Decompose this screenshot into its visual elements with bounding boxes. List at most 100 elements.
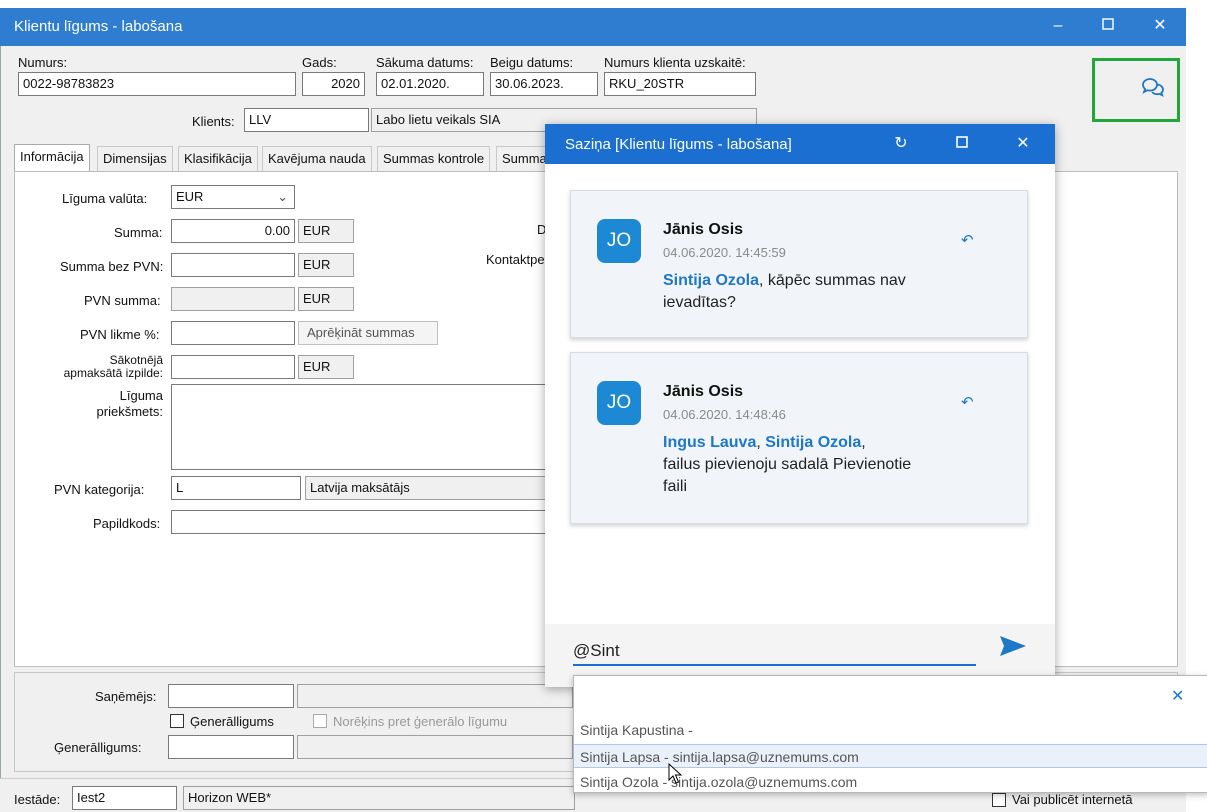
- send-icon[interactable]: [998, 634, 1028, 661]
- valuta-label: Līguma valūta:: [62, 191, 148, 206]
- gads-field[interactable]: 2020: [302, 72, 365, 96]
- chat-message: JO Jānis Osis 04.06.2020. 14:45:59 ↶ Sin…: [570, 190, 1028, 338]
- sakotneja-field[interactable]: [171, 355, 295, 379]
- mention[interactable]: Sintija Ozola: [663, 272, 759, 289]
- numurs-label: Numurs:: [18, 55, 68, 70]
- close-icon[interactable]: ✕: [1012, 133, 1034, 155]
- message-text-part: ,: [756, 434, 766, 451]
- reply-icon[interactable]: ↶: [961, 393, 974, 411]
- publicet-checkbox[interactable]: [992, 793, 1006, 807]
- maximize-icon[interactable]: [951, 133, 973, 155]
- sakotneja-currency: EUR: [298, 355, 354, 379]
- window-titlebar: Klientu līgums - labošana – ✕: [0, 8, 1186, 46]
- message-text-part: ievadītas?: [663, 294, 736, 311]
- window-title: Klientu līgums - labošana: [14, 18, 183, 35]
- beigu-datums-field[interactable]: 30.06.2023.: [490, 72, 598, 96]
- chat-icon[interactable]: [1141, 77, 1165, 100]
- generalligums-check-label: Ģenerālligums: [190, 714, 274, 729]
- minimize-icon[interactable]: –: [1046, 14, 1070, 38]
- summa-field[interactable]: 0.00: [171, 219, 295, 243]
- chevron-down-icon: ⌄: [277, 189, 288, 204]
- papildkods-field[interactable]: [171, 510, 547, 534]
- valuta-value: EUR: [176, 189, 204, 204]
- iestade-label: Iestāde:: [14, 792, 61, 807]
- message-text-part: failus pievienoju sadalā Pievienotie: [663, 456, 912, 473]
- summa-label: Summa:: [114, 225, 163, 240]
- chat-title: Saziņa [Klientu līgums - labošana]: [565, 136, 792, 153]
- kontaktpersona-label: Kontaktpe: [486, 252, 545, 267]
- tab-klasifikacija[interactable]: Klasifikācija: [178, 146, 258, 172]
- publicet-label: Vai publicēt internetā: [1012, 792, 1133, 807]
- chat-titlebar: Saziņa [Klientu līgums - labošana] ↻ ✕: [545, 124, 1055, 164]
- message-text-part: , kāpēc summas nav: [759, 272, 906, 289]
- maximize-icon[interactable]: [1096, 14, 1120, 38]
- tab-summas-kontrole[interactable]: Summas kontrole: [377, 146, 491, 172]
- papildkods-label: Papildkods:: [93, 516, 161, 531]
- message-text: Sintija Ozola, kāpēc summas nav ievadītas…: [663, 270, 963, 314]
- generalligums-checkbox[interactable]: [170, 714, 184, 728]
- pvn-kategorija-name: Latvija maksātājs: [305, 476, 547, 500]
- beigu-datums-label: Beigu datums:: [490, 55, 574, 70]
- sanemejs-label: Saņēmējs:: [95, 689, 157, 704]
- suggestion-item[interactable]: Sintija Kapustina -: [574, 718, 1207, 742]
- sakuma-datums-label: Sākuma datums:: [376, 55, 474, 70]
- avatar: JO: [597, 381, 641, 425]
- noreikins-label: Norēķins pret ģenerālo līgumu: [333, 714, 508, 729]
- aprekinat-summas-button[interactable]: Aprēķināt summas: [298, 321, 438, 345]
- sanemejs-field[interactable]: [168, 684, 294, 708]
- bez-pvn-currency: EUR: [298, 253, 354, 277]
- close-icon[interactable]: ✕: [1148, 14, 1172, 38]
- klients-code-field[interactable]: LLV: [244, 108, 369, 132]
- generalligums-label: Ģenerālligums:: [54, 740, 142, 755]
- chat-messages: JO Jānis Osis 04.06.2020. 14:45:59 ↶ Sin…: [545, 164, 1055, 624]
- message-time: 04.06.2020. 14:48:46: [663, 407, 786, 422]
- generalligums-name: [297, 735, 573, 759]
- uzskaite-label: Numurs klienta uzskaitē:: [604, 55, 746, 70]
- valuta-select[interactable]: EUR ⌄: [171, 185, 295, 209]
- highlight-box: [1092, 58, 1180, 122]
- generalligums-field[interactable]: [168, 735, 294, 759]
- iestade-name: Horizon WEB*: [183, 786, 575, 810]
- tab-dimensijas[interactable]: Dimensijas: [97, 146, 173, 172]
- message-text: Ingus Lauva, Sintija Ozola, failus pievie…: [663, 432, 963, 498]
- refresh-icon[interactable]: ↻: [890, 133, 912, 155]
- pvn-likme-field[interactable]: [171, 321, 295, 345]
- chat-input[interactable]: @Sint: [573, 638, 976, 666]
- gads-label: Gads:: [302, 55, 337, 70]
- bez-pvn-label: Summa bez PVN:: [60, 259, 164, 274]
- bez-pvn-field[interactable]: [171, 253, 295, 277]
- chat-message: JO Jānis Osis 04.06.2020. 14:48:46 ↶ Ing…: [570, 352, 1028, 524]
- message-author: Jānis Osis: [663, 221, 744, 238]
- message-text-part: faili: [663, 478, 688, 495]
- message-author: Jānis Osis: [663, 383, 744, 400]
- message-text-part: ,: [861, 434, 866, 451]
- pvn-likme-label: PVN likme %:: [80, 327, 160, 342]
- uzskaite-field[interactable]: RKU_20STR: [604, 72, 756, 96]
- pvn-kategorija-label: PVN kategorija:: [54, 482, 145, 497]
- tab-kavejuma-nauda[interactable]: Kavējuma nauda: [262, 146, 372, 172]
- pvn-summa-label: PVN summa:: [84, 293, 161, 308]
- close-icon[interactable]: ✕: [1171, 686, 1184, 706]
- sanemejs-name: [297, 684, 573, 708]
- klients-label: Klients:: [192, 114, 235, 129]
- prieksmets-label-1: Līguma: [119, 388, 163, 403]
- pvn-kategorija-field[interactable]: L: [171, 476, 301, 500]
- iestade-field[interactable]: Iest2: [72, 786, 177, 810]
- prieksmets-label-2: priekšmets:: [96, 404, 163, 419]
- pvn-summa-currency: EUR: [298, 287, 354, 311]
- sakotneja-label-2: apmaksātā izpilde:: [63, 366, 163, 380]
- sakuma-datums-field[interactable]: 02.01.2020.: [376, 72, 484, 96]
- summa-currency: EUR: [298, 219, 354, 243]
- cursor-icon: [668, 762, 684, 788]
- mention[interactable]: Ingus Lauva: [663, 434, 756, 451]
- tab-informacija[interactable]: Informācija: [14, 144, 90, 172]
- prieksmets-field[interactable]: [171, 384, 547, 470]
- message-time: 04.06.2020. 14:45:59: [663, 245, 786, 260]
- avatar: JO: [597, 219, 641, 263]
- chat-window: Saziņa [Klientu līgums - labošana] ↻ ✕ J…: [545, 124, 1055, 687]
- mention[interactable]: Sintija Ozola: [765, 434, 861, 451]
- numurs-field[interactable]: 0022-98783823: [18, 72, 296, 96]
- reply-icon[interactable]: ↶: [961, 231, 974, 249]
- noreikins-checkbox: [313, 714, 327, 728]
- pvn-summa-field: [171, 287, 295, 311]
